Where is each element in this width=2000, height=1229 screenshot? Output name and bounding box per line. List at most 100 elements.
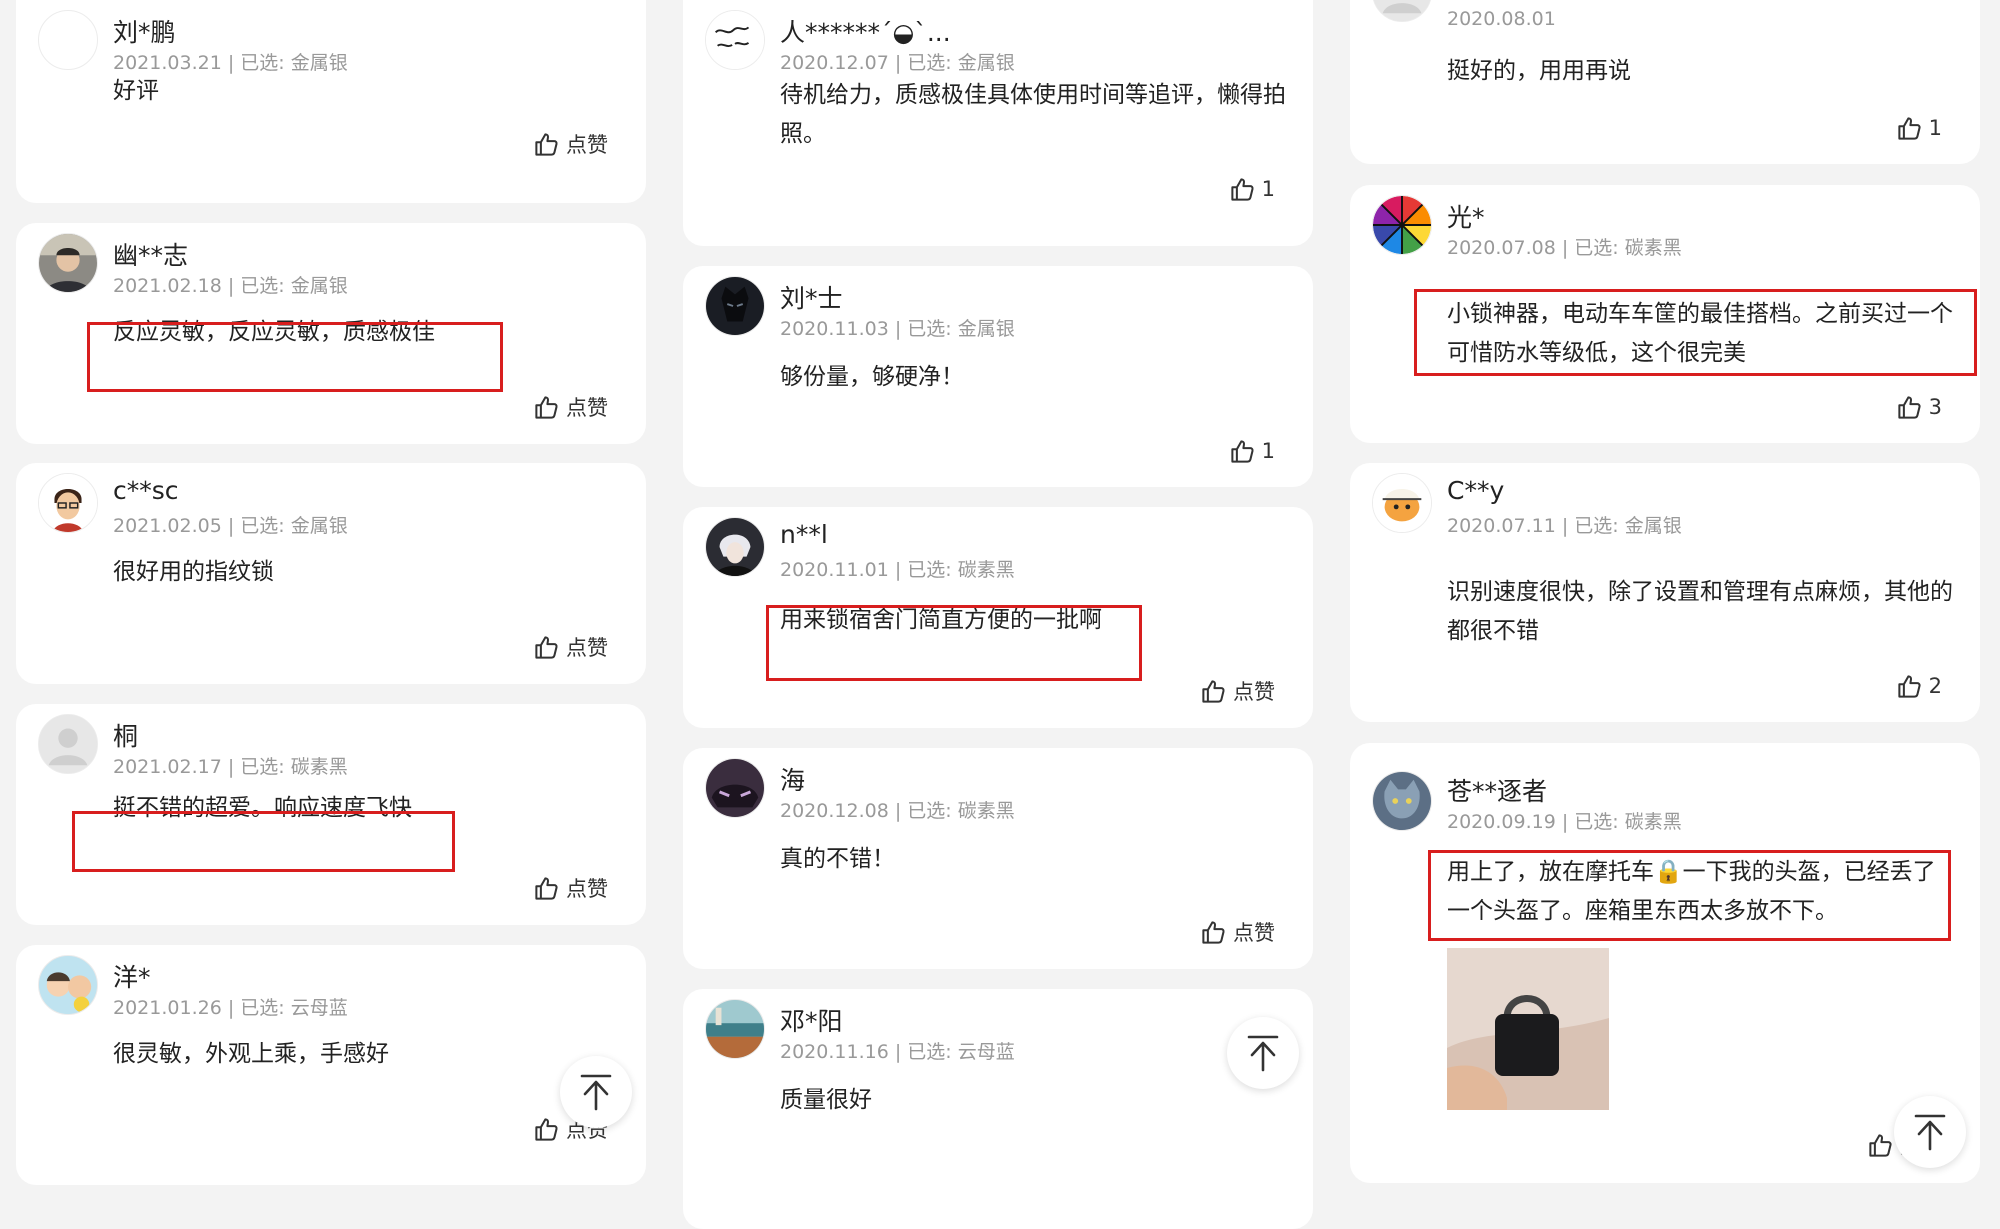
thumbs-up-icon <box>533 1116 560 1143</box>
thumbs-up-icon <box>1229 176 1256 203</box>
review-meta: 2021.02.18 | 已选: 金属银 <box>113 275 348 297</box>
review-meta: 2020.11.16 | 已选: 云母蓝 <box>780 1041 1015 1063</box>
review-username[interactable]: 苍**逐者 <box>1447 772 1547 808</box>
avatar[interactable] <box>705 758 765 818</box>
arrow-up-to-top-icon <box>1913 1113 1947 1151</box>
like-count: 1 <box>1928 116 1942 140</box>
review-meta: 2021.01.26 | 已选: 云母蓝 <box>113 997 348 1019</box>
like-count: 1 <box>1261 177 1275 201</box>
review-username[interactable]: c**sc <box>113 476 179 505</box>
review-username[interactable]: n**l <box>780 520 828 549</box>
like-count: 1 <box>1261 439 1275 463</box>
review-username[interactable]: 光* <box>1447 198 1485 234</box>
review-text: 够份量，够硬净！ <box>780 364 964 390</box>
like-button[interactable]: 1 <box>1896 113 1942 143</box>
avatar[interactable] <box>705 517 765 577</box>
like-button[interactable]: 1 <box>1229 436 1275 466</box>
avatar[interactable] <box>38 714 98 774</box>
review-meta: 2020.07.08 | 已选: 碳素黑 <box>1447 237 1682 259</box>
highlight-box <box>72 811 455 872</box>
review-meta: 2020.11.03 | 已选: 金属银 <box>780 318 1015 340</box>
like-button[interactable]: 1 <box>1229 174 1275 204</box>
like-label: 点赞 <box>566 396 608 420</box>
arrow-up-to-top-icon <box>579 1073 613 1111</box>
like-button[interactable]: 点赞 <box>1200 676 1275 706</box>
avatar[interactable] <box>38 473 98 533</box>
avatar[interactable] <box>1372 0 1432 22</box>
like-label: 点赞 <box>566 133 608 157</box>
review-text: 真的不错！ <box>780 846 895 872</box>
avatar[interactable] <box>1372 473 1432 533</box>
highlight-box <box>1428 850 1951 941</box>
review-card: 邓*阳 2020.11.16 | 已选: 云母蓝 质量很好 <box>683 989 1313 1229</box>
review-text: 待机给力，质感极佳具体使用时间等追评，懒得拍照。 <box>780 82 1286 147</box>
review-username[interactable]: 人******´◒`... <box>780 13 951 49</box>
thumbs-up-icon <box>533 394 560 421</box>
like-button[interactable]: 3 <box>1896 392 1942 422</box>
review-card: 苍**逐者 2020.09.19 | 已选: 碳素黑 用上了，放在摩托车🔒一下我… <box>1350 743 1980 1183</box>
thumbs-up-icon <box>1896 394 1923 421</box>
avatar[interactable] <box>38 10 98 70</box>
thumbs-up-icon <box>1867 1132 1894 1159</box>
arrow-up-to-top-icon <box>1246 1034 1280 1072</box>
avatar[interactable] <box>1372 771 1432 831</box>
back-to-top-button[interactable] <box>1227 1017 1299 1089</box>
avatar[interactable] <box>705 276 765 336</box>
highlight-box <box>87 322 503 392</box>
review-text: 识别速度很快，除了设置和管理有点麻烦，其他的都很不错 <box>1447 579 1953 644</box>
review-username[interactable]: 邓*阳 <box>780 1002 843 1038</box>
thumbs-up-icon <box>1200 678 1227 705</box>
review-card: 刘*士 2020.11.03 | 已选: 金属银 够份量，够硬净！ 1 <box>683 266 1313 487</box>
review-card: 刘*鹏 2021.03.21 | 已选: 金属银 好评 点赞 <box>16 0 646 203</box>
like-button[interactable]: 2 <box>1896 671 1942 701</box>
highlight-box <box>766 605 1142 681</box>
review-text: 很好用的指纹锁 <box>113 559 274 585</box>
back-to-top-button[interactable] <box>1894 1096 1966 1168</box>
review-card: 人******´◒`... 2020.12.07 | 已选: 金属银 待机给力，… <box>683 0 1313 246</box>
review-meta: 2020.08.01 <box>1447 8 1556 30</box>
review-meta: 2021.02.17 | 已选: 碳素黑 <box>113 756 348 778</box>
like-label: 点赞 <box>1233 680 1275 704</box>
review-meta: 2020.12.07 | 已选: 金属银 <box>780 52 1015 74</box>
review-username[interactable]: 刘*士 <box>780 279 843 315</box>
avatar[interactable] <box>38 955 98 1015</box>
avatar[interactable] <box>705 10 765 70</box>
review-username[interactable]: 幽**志 <box>113 236 188 272</box>
review-photo[interactable] <box>1447 948 1609 1110</box>
like-button[interactable]: 点赞 <box>1200 917 1275 947</box>
review-card: 海 2020.12.08 | 已选: 碳素黑 真的不错！ 点赞 <box>683 748 1313 969</box>
like-label: 点赞 <box>1233 921 1275 945</box>
like-count: 2 <box>1928 674 1942 698</box>
like-count: 3 <box>1928 395 1942 419</box>
review-username[interactable]: 刘*鹏 <box>113 13 176 49</box>
back-to-top-button[interactable] <box>560 1056 632 1128</box>
review-card: c**sc 2021.02.05 | 已选: 金属银 很好用的指纹锁 点赞 <box>16 463 646 684</box>
avatar[interactable] <box>1372 195 1432 255</box>
review-username[interactable]: C**y <box>1447 476 1504 505</box>
like-button[interactable]: 点赞 <box>533 632 608 662</box>
review-meta: 2020.12.08 | 已选: 碳素黑 <box>780 800 1015 822</box>
review-meta: 2020.09.19 | 已选: 碳素黑 <box>1447 811 1682 833</box>
review-username[interactable]: 桐 <box>113 717 138 753</box>
avatar[interactable] <box>38 233 98 293</box>
review-meta: 2021.02.05 | 已选: 金属银 <box>113 515 348 537</box>
review-username[interactable]: 洋* <box>113 958 151 994</box>
thumbs-up-icon <box>1896 673 1923 700</box>
avatar[interactable] <box>705 999 765 1059</box>
review-text: 好评 <box>113 78 159 104</box>
thumbs-up-icon <box>533 634 560 661</box>
like-button[interactable]: 点赞 <box>533 873 608 903</box>
review-meta: 2020.11.01 | 已选: 碳素黑 <box>780 559 1015 581</box>
like-button[interactable]: 点赞 <box>533 392 608 422</box>
like-button[interactable]: 点赞 <box>533 129 608 159</box>
thumbs-up-icon <box>1200 919 1227 946</box>
thumbs-up-icon <box>1896 115 1923 142</box>
review-text: 很灵敏，外观上乘，手感好 <box>113 1041 389 1067</box>
review-username[interactable]: 海 <box>780 761 805 797</box>
review-meta: 2020.07.11 | 已选: 金属银 <box>1447 515 1682 537</box>
like-label: 点赞 <box>566 636 608 660</box>
thumbs-up-icon <box>533 875 560 902</box>
highlight-box <box>1414 289 1977 376</box>
review-text: 质量很好 <box>780 1087 872 1113</box>
review-card: 2020.08.01 挺好的，用用再说 1 <box>1350 0 1980 164</box>
